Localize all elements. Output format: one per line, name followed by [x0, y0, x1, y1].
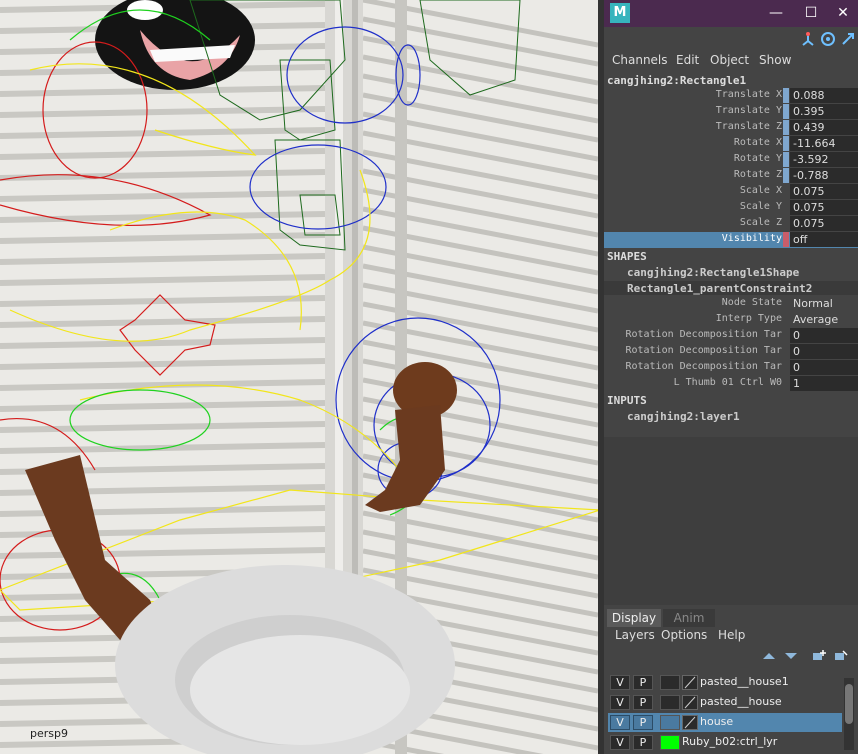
- layer-type-icon[interactable]: [682, 675, 698, 690]
- layer-row[interactable]: V P pasted__house: [608, 693, 842, 712]
- attr-row-scale-x[interactable]: Scale X 0.075: [604, 184, 858, 200]
- attr-value-field[interactable]: -0.788: [790, 168, 858, 183]
- attr-value-field[interactable]: Average: [790, 312, 858, 327]
- visibility-toggle[interactable]: V: [610, 695, 630, 710]
- visibility-toggle[interactable]: V: [610, 675, 630, 690]
- keyed-marker: [783, 232, 789, 247]
- attr-value-field[interactable]: -11.664: [790, 136, 858, 151]
- menu-edit[interactable]: Edit: [676, 53, 699, 67]
- channel-box-empty-area: [604, 437, 858, 605]
- layer-name[interactable]: Ruby_b02:ctrl_lyr: [682, 735, 777, 748]
- attr-row-rotate-x[interactable]: Rotate X -11.664: [604, 136, 858, 152]
- attr-value-field[interactable]: 1: [790, 376, 858, 391]
- visibility-toggle[interactable]: V: [610, 735, 630, 750]
- minimize-button[interactable]: —: [761, 2, 791, 24]
- attr-row-rotate-z[interactable]: Rotate Z -0.788: [604, 168, 858, 184]
- layer-name[interactable]: pasted__house: [700, 695, 782, 708]
- playback-toggle[interactable]: P: [633, 695, 653, 710]
- keyed-marker: [783, 168, 789, 183]
- layer-row[interactable]: V P Ruby_b02:ctrl_lyr: [608, 733, 842, 752]
- layer-name[interactable]: house: [700, 715, 733, 728]
- attr-row-scale-z[interactable]: Scale Z 0.075: [604, 216, 858, 232]
- channel-box-toolbar: [604, 27, 858, 51]
- menu-help[interactable]: Help: [718, 628, 745, 642]
- attr-row-interp-type[interactable]: Interp Type Average: [604, 312, 858, 328]
- viewport-scene: [0, 0, 598, 754]
- layer-color-swatch[interactable]: [660, 715, 680, 730]
- playback-toggle[interactable]: P: [633, 735, 653, 750]
- keyed-marker: [783, 120, 789, 135]
- attr-value-field[interactable]: 0: [790, 360, 858, 375]
- new-layer-selected-icon[interactable]: [834, 650, 848, 662]
- attr-value-field[interactable]: 0: [790, 344, 858, 359]
- shapes-header: SHAPES: [607, 250, 647, 263]
- layer-row-selected[interactable]: V P house: [608, 713, 842, 732]
- channel-box-menubar: Channels Edit Object Show: [604, 52, 858, 70]
- move-layer-down-icon[interactable]: [784, 650, 798, 662]
- layer-name[interactable]: pasted__house1: [700, 675, 789, 688]
- attr-row-node-state[interactable]: Node State Normal: [604, 296, 858, 312]
- camera-label: persp9: [30, 727, 68, 740]
- close-button[interactable]: ✕: [828, 2, 858, 24]
- layer-row[interactable]: V P pasted__house1: [608, 673, 842, 692]
- attr-row-rotate-y[interactable]: Rotate Y -3.592: [604, 152, 858, 168]
- maya-logo-icon: M: [610, 3, 630, 23]
- attr-row-thumb-weight[interactable]: L Thumb 01 Ctrl W0 1: [604, 376, 858, 392]
- expand-icon[interactable]: [840, 31, 856, 47]
- keyed-marker: [783, 136, 789, 151]
- keyed-marker: [783, 152, 789, 167]
- attr-row-translate-x[interactable]: Translate X 0.088: [604, 88, 858, 104]
- constraint-node[interactable]: Rectangle1_parentConstraint2: [627, 282, 812, 295]
- axis-icon[interactable]: [800, 31, 816, 47]
- scrollbar-thumb[interactable]: [845, 684, 853, 724]
- playback-toggle[interactable]: P: [633, 715, 653, 730]
- attr-value-field[interactable]: Normal: [790, 296, 858, 311]
- layer-type-icon[interactable]: [682, 695, 698, 710]
- attr-value-field[interactable]: 0.075: [790, 216, 858, 231]
- layer-editor: Display Anim Layers Options Help V P pas…: [604, 606, 858, 754]
- inputs-header: INPUTS: [607, 394, 647, 407]
- shape-node[interactable]: cangjhing2:Rectangle1Shape: [627, 266, 799, 279]
- tab-anim[interactable]: Anim: [663, 609, 715, 627]
- layer-color-swatch[interactable]: [660, 735, 680, 750]
- playback-toggle[interactable]: P: [633, 675, 653, 690]
- attr-row-rotation-decomp-3[interactable]: Rotation Decomposition Tar 0: [604, 360, 858, 376]
- camera-rotate-icon[interactable]: [820, 31, 836, 47]
- layer-color-swatch[interactable]: [660, 695, 680, 710]
- tab-display[interactable]: Display: [607, 609, 661, 627]
- node-name[interactable]: cangjhing2:Rectangle1: [607, 74, 746, 87]
- menu-show[interactable]: Show: [759, 53, 791, 67]
- layer-color-swatch[interactable]: [660, 675, 680, 690]
- input-node[interactable]: cangjhing2:layer1: [627, 410, 740, 423]
- attr-value-field[interactable]: 0.395: [790, 104, 858, 119]
- channel-box-panel: M — ☐ ✕ Channels Edit Object Show cangjh…: [604, 0, 858, 754]
- attr-value-field[interactable]: 0.439: [790, 120, 858, 135]
- 3d-viewport[interactable]: persp9: [0, 0, 598, 754]
- attr-value-field[interactable]: 0: [790, 328, 858, 343]
- attr-value-field[interactable]: off: [790, 232, 858, 247]
- menu-options[interactable]: Options: [661, 628, 707, 642]
- move-layer-up-icon[interactable]: [762, 650, 776, 662]
- attr-value-field[interactable]: 0.075: [790, 184, 858, 199]
- attr-row-translate-z[interactable]: Translate Z 0.439: [604, 120, 858, 136]
- attr-row-rotation-decomp-1[interactable]: Rotation Decomposition Tar 0: [604, 328, 858, 344]
- menu-layers[interactable]: Layers: [615, 628, 655, 642]
- attr-row-translate-y[interactable]: Translate Y 0.395: [604, 104, 858, 120]
- menu-object[interactable]: Object: [710, 53, 749, 67]
- maximize-button[interactable]: ☐: [796, 2, 826, 24]
- layer-list-scrollbar[interactable]: [844, 678, 854, 750]
- attr-row-visibility[interactable]: Visibility off: [604, 232, 858, 248]
- attr-value-field[interactable]: 0.075: [790, 200, 858, 215]
- title-bar: M — ☐ ✕: [604, 0, 858, 27]
- keyed-marker: [783, 104, 789, 119]
- visibility-toggle[interactable]: V: [610, 715, 630, 730]
- attr-value-field[interactable]: 0.088: [790, 88, 858, 103]
- attr-value-field[interactable]: -3.592: [790, 152, 858, 167]
- layer-type-icon[interactable]: [682, 715, 698, 730]
- menu-channels[interactable]: Channels: [612, 53, 668, 67]
- attr-row-rotation-decomp-2[interactable]: Rotation Decomposition Tar 0: [604, 344, 858, 360]
- attr-row-scale-y[interactable]: Scale Y 0.075: [604, 200, 858, 216]
- keyed-marker: [783, 88, 789, 103]
- new-layer-icon[interactable]: [812, 650, 826, 662]
